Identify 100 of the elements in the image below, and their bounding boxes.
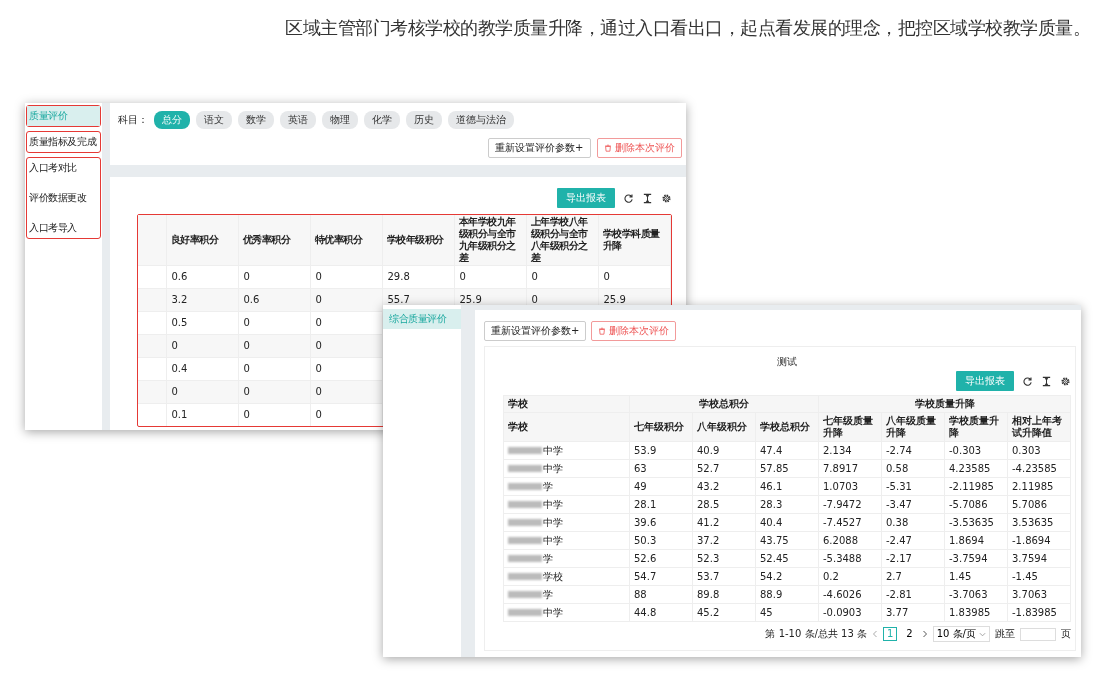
subject-tab[interactable]: 化学 — [364, 111, 400, 129]
table-cell: 2.134 — [818, 441, 882, 460]
column-header: 特优率积分 — [310, 215, 382, 266]
column-header: 学校质量升降 — [944, 412, 1008, 442]
column-height-icon[interactable] — [1041, 375, 1052, 387]
table-cell: -1.8694 — [1007, 531, 1071, 550]
table-cell: -3.47 — [881, 495, 945, 514]
pagination-summary: 第 1-10 条/总共 13 条 — [765, 627, 867, 641]
table-cell: 3.77 — [881, 603, 945, 622]
subject-tab[interactable]: 英语 — [280, 111, 316, 129]
table-cell: -2.11985 — [944, 477, 1008, 496]
table-cell: 1.0703 — [818, 477, 882, 496]
table-cell: -5.31 — [881, 477, 945, 496]
subject-tab[interactable]: 数学 — [238, 111, 274, 129]
sidebar-item[interactable]: 评价数据更改 — [27, 188, 100, 208]
sidebar-item[interactable]: 入口考导入 — [27, 218, 100, 238]
school-name: 中学 — [543, 463, 563, 474]
table-cell: 3.2 — [166, 288, 238, 312]
table-cell: 0.303 — [1007, 441, 1071, 460]
table-cell: 7.8917 — [818, 459, 882, 478]
reload-icon[interactable] — [622, 192, 634, 204]
settings-button[interactable]: 重新设置评价参数+ — [488, 138, 591, 158]
table-cell: 1.83985 — [944, 603, 1008, 622]
sidebar-item[interactable]: 入口考对比 — [27, 158, 100, 178]
table-cell: 1.8694 — [944, 531, 1008, 550]
school-name: 学校 — [543, 571, 563, 582]
sidebar-item[interactable]: 质量指标及完成 — [27, 132, 100, 152]
table-cell: 37.2 — [692, 531, 756, 550]
subject-tab[interactable]: 物理 — [322, 111, 358, 129]
table-cell: 0 — [166, 334, 238, 358]
group-header: 学校总积分 — [629, 395, 819, 413]
column-header: 学校 — [503, 412, 630, 442]
blurred-text — [508, 555, 542, 562]
table-cell: -7.4527 — [818, 513, 882, 532]
table-cell: -1.83985 — [1007, 603, 1071, 622]
page-suffix: 页 — [1061, 627, 1071, 641]
table-cell: 49 — [629, 477, 693, 496]
table-cell: 89.8 — [692, 585, 756, 604]
column-header: 学校年级积分 — [382, 215, 454, 266]
subject-tab[interactable]: 道德与法治 — [448, 111, 514, 129]
school-name: 学 — [543, 589, 553, 600]
school-name: 中学 — [543, 499, 563, 510]
blurred-text — [508, 483, 542, 490]
school-name: 中学 — [543, 607, 563, 618]
page-input[interactable] — [1020, 627, 1056, 641]
table-cell: 0 — [310, 380, 382, 404]
table-cell: 5.7086 — [1007, 495, 1071, 514]
blurred-text — [508, 447, 542, 454]
table-cell: 44.8 — [629, 603, 693, 622]
table-cell: 2.11985 — [1007, 477, 1071, 496]
delete-button[interactable]: 删除本次评价 — [596, 138, 682, 158]
column-header: 八年级质量升降 — [881, 412, 945, 442]
blurred-text — [508, 501, 542, 508]
subject-tab[interactable]: 历史 — [406, 111, 442, 129]
table-cell: 43.75 — [755, 531, 819, 550]
table-cell: -3.7063 — [944, 585, 1008, 604]
settings-icon[interactable] — [660, 192, 672, 204]
delete-button[interactable]: 删除本次评价 — [591, 321, 677, 341]
table-cell: -0.0903 — [818, 603, 882, 622]
table-cell: 28.3 — [755, 495, 819, 514]
blurred-text — [508, 519, 542, 526]
table-cell: 39.6 — [629, 513, 693, 532]
column-header: 学校学科质量升降 — [598, 215, 670, 266]
school-name: 中学 — [543, 517, 563, 528]
column-header: 优秀率积分 — [238, 215, 310, 266]
table-cell: 54.2 — [755, 567, 819, 586]
table-cell: 3.53635 — [1007, 513, 1071, 532]
subject-tab[interactable]: 语文 — [196, 111, 232, 129]
table-cell: -0.303 — [944, 441, 1008, 460]
blurred-text — [508, 591, 542, 598]
table-cell: 53.7 — [692, 567, 756, 586]
table-cell: -7.9472 — [818, 495, 882, 514]
table-cell: 45 — [755, 603, 819, 622]
column-header: 学校总积分 — [755, 412, 819, 442]
trash-icon — [598, 327, 607, 335]
blurred-text — [508, 609, 542, 616]
blurred-text — [508, 573, 542, 580]
table-cell: -2.74 — [881, 441, 945, 460]
table-cell: 88.9 — [755, 585, 819, 604]
school-name: 学 — [543, 553, 553, 564]
table-cell: 50.3 — [629, 531, 693, 550]
table-cell: 52.3 — [692, 549, 756, 568]
column-header: 相对上年考试升降值 — [1007, 412, 1071, 442]
table-cell: -4.23585 — [1007, 459, 1071, 478]
group-header: 学校质量升降 — [818, 395, 1071, 413]
reload-icon[interactable] — [1022, 375, 1033, 387]
table-cell: 0 — [310, 334, 382, 358]
settings-icon[interactable] — [1060, 375, 1071, 387]
table-cell: 43.2 — [692, 477, 756, 496]
table-cell: 88 — [629, 585, 693, 604]
page-size-select[interactable]: 10 条/页 — [932, 626, 990, 642]
column-height-icon[interactable] — [641, 192, 653, 204]
school-name: 学 — [543, 481, 553, 492]
settings-button[interactable]: 重新设置评价参数+ — [484, 321, 587, 341]
table-cell: 53.9 — [629, 441, 693, 460]
table-cell: 3.7063 — [1007, 585, 1071, 604]
table-cell: -5.3488 — [818, 549, 882, 568]
table-cell: 0 — [310, 288, 382, 312]
table-cell: -1.45 — [1007, 567, 1071, 586]
table-cell: 46.1 — [755, 477, 819, 496]
